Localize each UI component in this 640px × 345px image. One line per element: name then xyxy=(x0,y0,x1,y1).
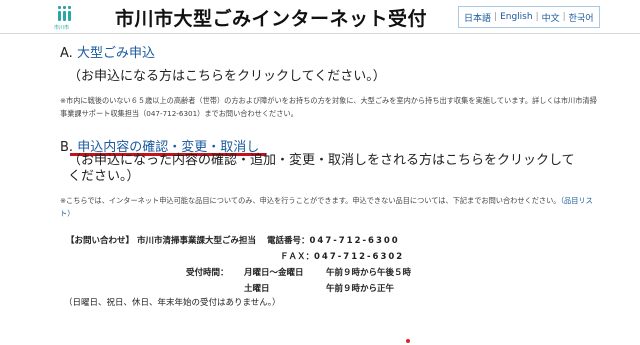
red-dot-marker xyxy=(406,339,410,343)
tel-label: 電話番号： xyxy=(266,236,310,246)
logo-caption: 市川市 xyxy=(54,25,70,31)
section-a-note: ※市内に戦後のいない６５歳以上の高齢者（世帯）の方および障がいをお持ちの方を対象… xyxy=(60,96,597,118)
fax-row: ＦＡＸ：047-712-6302 xyxy=(280,250,404,262)
logo-dot xyxy=(63,6,66,9)
saturday-label: 土曜日 xyxy=(244,284,270,294)
section-a-heading: A. 大型ごみ申込 xyxy=(60,42,155,61)
section-a-letter: A. xyxy=(60,46,73,61)
page: 市川市 市川市大型ごみインターネット受付 日本語 | English | 中文 … xyxy=(0,0,640,345)
header: 市川市 市川市大型ごみインターネット受付 日本語 | English | 中文 … xyxy=(0,0,640,40)
contact-office: 市川市清掃事業課大型ごみ担当 xyxy=(136,236,256,246)
closed-days-note: （日曜日、祝日、休日、年末年始の受付はありません。） xyxy=(64,298,281,308)
weekday-label: 月曜日～金曜日 xyxy=(244,268,304,278)
lang-chinese-link[interactable]: 中文 xyxy=(540,11,562,24)
section-b-description: （お申込になった内容の確認・追加・変更・取消しをされる方はこちらをクリックしてく… xyxy=(68,153,575,184)
lang-japanese-link[interactable]: 日本語 xyxy=(462,11,493,24)
logo-dot xyxy=(68,6,71,9)
section-b-note: ※こちらでは、インターネット申込可能な品目についてのみ、申込を行うことができます… xyxy=(60,194,600,220)
fax-label: ＦＡＸ： xyxy=(280,252,315,262)
hours-label: 受付時間： xyxy=(186,268,229,278)
city-logo: 市川市 xyxy=(54,4,73,31)
logo-dot xyxy=(58,6,61,9)
weekday-hours: 午前９時から午後５時 xyxy=(326,268,412,278)
saturday-hours: 午前９時から正午 xyxy=(326,284,395,294)
lang-english-link[interactable]: English xyxy=(498,12,535,22)
logo-bar xyxy=(58,11,61,21)
contact-heading: 【お問い合わせ】 市川市清掃事業課大型ごみ担当 電話番号：047-712-630… xyxy=(66,234,400,246)
fax-number: 047-712-6302 xyxy=(314,252,405,262)
page-title: 市川市大型ごみインターネット受付 xyxy=(115,8,428,30)
logo-bar xyxy=(63,11,66,21)
language-switcher: 日本語 | English | 中文 | 한국어 xyxy=(458,6,600,28)
title-divider xyxy=(0,33,640,34)
large-garbage-apply-link[interactable]: 大型ごみ申込 xyxy=(77,46,155,61)
lang-korean-link[interactable]: 한국어 xyxy=(567,11,596,24)
logo-bar xyxy=(68,11,71,21)
section-a-description: （お申込になる方はこちらをクリックしてください。） xyxy=(68,69,386,84)
tel-number: 047-712-6300 xyxy=(309,236,400,246)
section-b-note-text: ※こちらでは、インターネット申込可能な品目についてのみ、申込を行うことができます… xyxy=(60,196,561,205)
contact-heading-label: 【お問い合わせ】 xyxy=(66,236,135,246)
